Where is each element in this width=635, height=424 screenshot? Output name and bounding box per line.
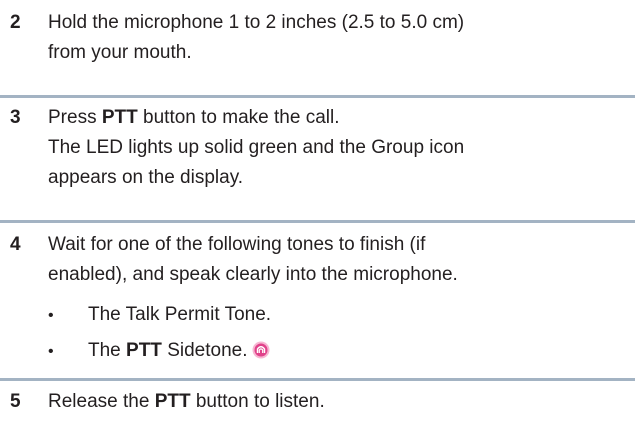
bullet-text: The Talk Permit Tone.	[88, 304, 272, 325]
ptt-label: PTT	[101, 107, 138, 128]
text-segment: The	[88, 340, 127, 361]
step-line: The LED lights up solid green and the Gr…	[48, 137, 465, 158]
step-line: appears on the display.	[48, 167, 244, 188]
ptt-label: PTT	[126, 340, 162, 361]
bullet-item: • The Talk Permit Tone.	[48, 300, 271, 331]
ptt-label: PTT	[154, 391, 191, 412]
step-line: Press PTT button to make the call.	[48, 103, 629, 133]
step-line: from your mouth.	[48, 42, 192, 63]
step-number: 4	[10, 234, 21, 255]
text-segment: Press	[48, 107, 102, 128]
step-text: Wait for one of the following tones to f…	[48, 230, 629, 290]
text-segment: button to make the call.	[137, 107, 340, 128]
step-text: Release the PTT button to listen.	[48, 387, 629, 417]
step-text: Press PTT button to make the call. The L…	[48, 103, 629, 193]
text-segment: Release the	[48, 391, 155, 412]
bullet-marker: •	[48, 343, 54, 360]
bullet-marker: •	[48, 307, 54, 324]
divider	[0, 378, 635, 381]
step-line: Hold the microphone 1 to 2 inches (2.5 t…	[48, 12, 465, 33]
bullet-item: • The PTT Sidetone.	[48, 336, 270, 369]
text-segment: Sidetone.	[161, 340, 248, 361]
divider	[0, 95, 635, 98]
sidetone-icon	[252, 339, 270, 369]
step-text: Hold the microphone 1 to 2 inches (2.5 t…	[48, 8, 629, 68]
step-number: 3	[10, 107, 21, 128]
step-number: 2	[10, 12, 21, 33]
divider	[0, 220, 635, 223]
step-number: 5	[10, 391, 21, 412]
text-segment: button to listen.	[190, 391, 325, 412]
step-line: Release the PTT button to listen.	[48, 387, 629, 417]
step-line: Wait for one of the following tones to f…	[48, 234, 426, 255]
step-line: enabled), and speak clearly into the mic…	[48, 264, 458, 285]
